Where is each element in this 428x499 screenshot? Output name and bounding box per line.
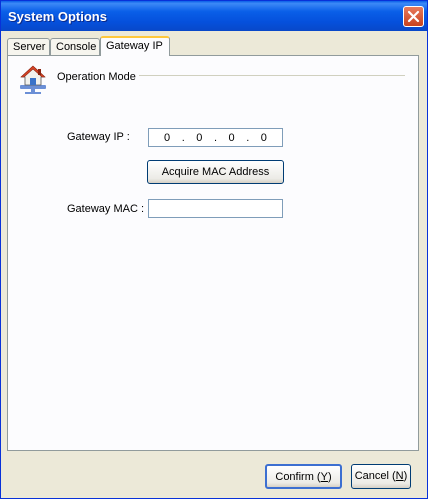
system-options-window: System Options Server Console Gateway IP… [0, 0, 428, 499]
confirm-prefix: Confirm ( [275, 471, 321, 483]
tab-server[interactable]: Server [7, 38, 50, 55]
ip-octet-4[interactable]: 0 [261, 132, 267, 144]
group-divider [139, 75, 405, 76]
close-icon [407, 10, 420, 23]
cancel-suffix: ) [403, 470, 408, 482]
cancel-prefix: Cancel ( [354, 470, 396, 482]
operation-mode-label: Operation Mode [57, 71, 136, 83]
ip-octet-3[interactable]: 0 [229, 132, 235, 144]
gateway-ip-label: Gateway IP : [67, 131, 130, 143]
ip-octet-1[interactable]: 0 [164, 132, 170, 144]
gateway-mac-label: Gateway MAC : [67, 203, 145, 215]
title-bar[interactable]: System Options [1, 1, 427, 31]
cancel-button[interactable]: Cancel (N) [351, 464, 411, 489]
gateway-mac-field[interactable] [148, 199, 283, 218]
tab-gateway-ip-label: Gateway IP [106, 40, 163, 52]
confirm-key: Y [320, 471, 328, 483]
gateway-ip-input[interactable]: 0 . 0 . 0 . 0 [148, 128, 283, 147]
ip-separator: . [246, 131, 250, 144]
confirm-button[interactable]: Confirm (Y) [265, 464, 342, 489]
cancel-key: N [395, 470, 404, 482]
close-button[interactable] [403, 6, 424, 27]
tab-panel [7, 55, 419, 451]
tab-server-label: Server [13, 41, 46, 53]
home-network-icon [20, 65, 46, 94]
tab-console[interactable]: Console [50, 38, 100, 55]
confirm-suffix: ) [327, 471, 332, 483]
ip-separator: . [213, 131, 217, 144]
tab-console-label: Console [56, 41, 97, 53]
ip-octet-2[interactable]: 0 [196, 132, 202, 144]
tab-gateway-ip[interactable]: Gateway IP [100, 36, 170, 56]
window-title: System Options [8, 9, 107, 24]
acquire-mac-address-button[interactable]: Acquire MAC Address [147, 160, 284, 184]
ip-separator: . [181, 131, 185, 144]
acquire-mac-address-label: Acquire MAC Address [161, 166, 270, 178]
